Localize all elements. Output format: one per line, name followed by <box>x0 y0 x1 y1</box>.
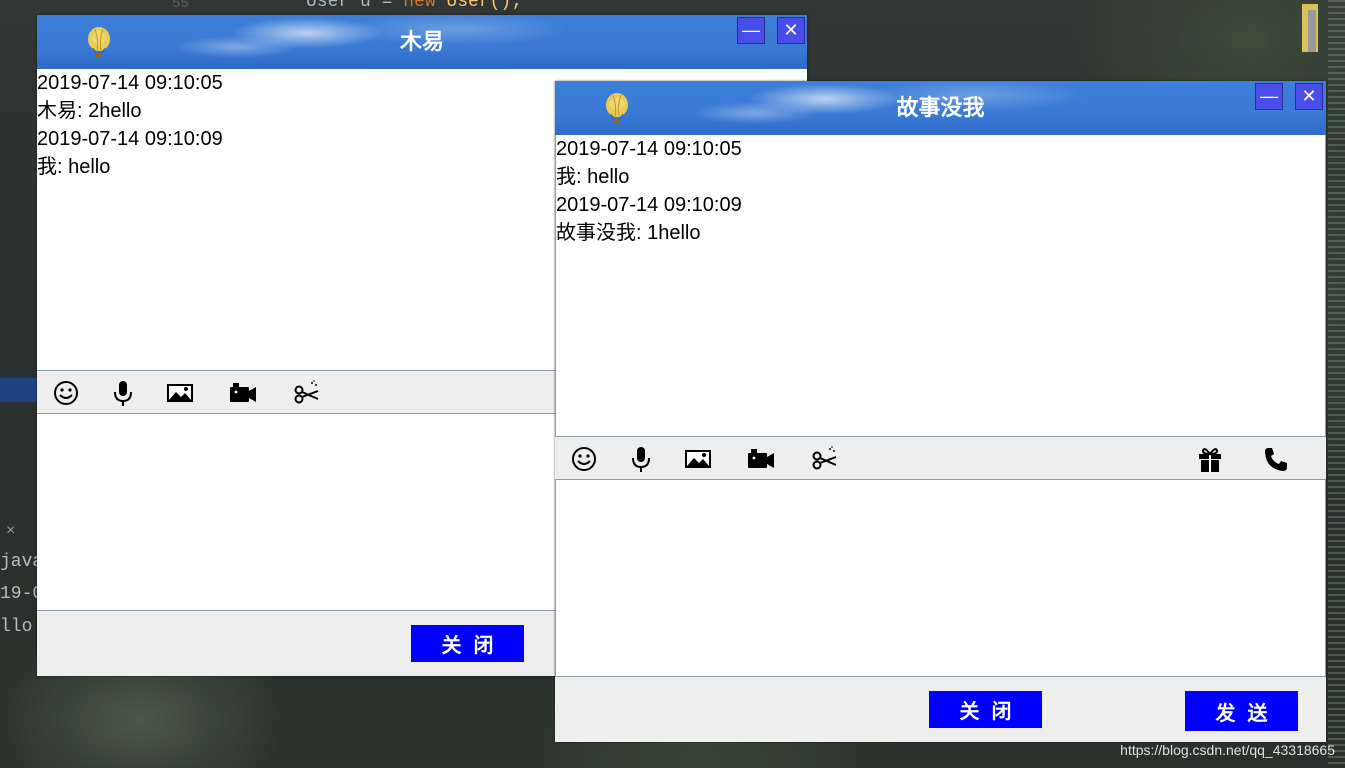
minimize-button[interactable]: — <box>1255 83 1283 110</box>
message-history[interactable]: 2019-07-14 09:10:05 我: hello 2019-07-14 … <box>555 135 1326 436</box>
code-text: User u = <box>306 0 404 12</box>
smiley-icon[interactable] <box>570 445 598 473</box>
window-title: 木易 <box>399 29 444 54</box>
title-bar[interactable]: 故事没我 — ✕ <box>555 81 1326 135</box>
video-camera-icon[interactable] <box>229 379 257 407</box>
send-button[interactable]: 发送 <box>1185 691 1298 731</box>
editor-minimap[interactable] <box>1328 0 1345 768</box>
image-icon[interactable] <box>684 445 712 473</box>
scissors-icon[interactable] <box>811 445 839 473</box>
editor-highlight <box>0 378 37 402</box>
microphone-icon[interactable] <box>627 445 655 473</box>
window-title: 故事没我 <box>896 95 985 120</box>
code-line: User u = new User(); <box>306 0 522 12</box>
microphone-icon[interactable] <box>109 379 137 407</box>
close-chat-button[interactable]: 关闭 <box>411 625 524 662</box>
close-window-button[interactable]: ✕ <box>777 17 805 44</box>
message-input[interactable] <box>555 480 1326 676</box>
image-icon[interactable] <box>166 379 194 407</box>
watermark-url: https://blog.csdn.net/qq_43318665 <box>1120 742 1335 758</box>
message-text: 我: hello <box>556 166 630 188</box>
message-text: 故事没我: 1hello <box>556 222 701 244</box>
smiley-icon[interactable] <box>52 379 80 407</box>
message-timestamp: 2019-07-14 09:10:09 <box>556 194 742 216</box>
minimize-button[interactable]: — <box>737 17 765 44</box>
scissors-icon[interactable] <box>293 379 321 407</box>
chat-toolbar <box>555 436 1326 480</box>
code-keyword: new <box>403 0 436 12</box>
video-camera-icon[interactable] <box>747 445 775 473</box>
scrollbar-thumb[interactable] <box>1308 10 1316 52</box>
code-text-suffix: User(); <box>435 0 523 12</box>
console-text: llo <box>0 617 33 637</box>
gift-icon[interactable] <box>1196 445 1224 473</box>
line-number: 55 <box>172 0 189 12</box>
button-bar: 关闭 发送 <box>555 676 1326 742</box>
phone-icon[interactable] <box>1262 445 1290 473</box>
chat-window-gushimeiwo: 故事没我 — ✕ 2019-07-14 09:10:05 我: hello 20… <box>555 81 1326 742</box>
close-window-button[interactable]: ✕ <box>1295 83 1323 110</box>
tab-close-icon[interactable]: × <box>6 522 15 540</box>
close-chat-button[interactable]: 关闭 <box>929 691 1042 728</box>
title-bar[interactable]: 木易 — ✕ <box>37 15 807 69</box>
message-timestamp: 2019-07-14 09:10:05 <box>556 138 742 160</box>
